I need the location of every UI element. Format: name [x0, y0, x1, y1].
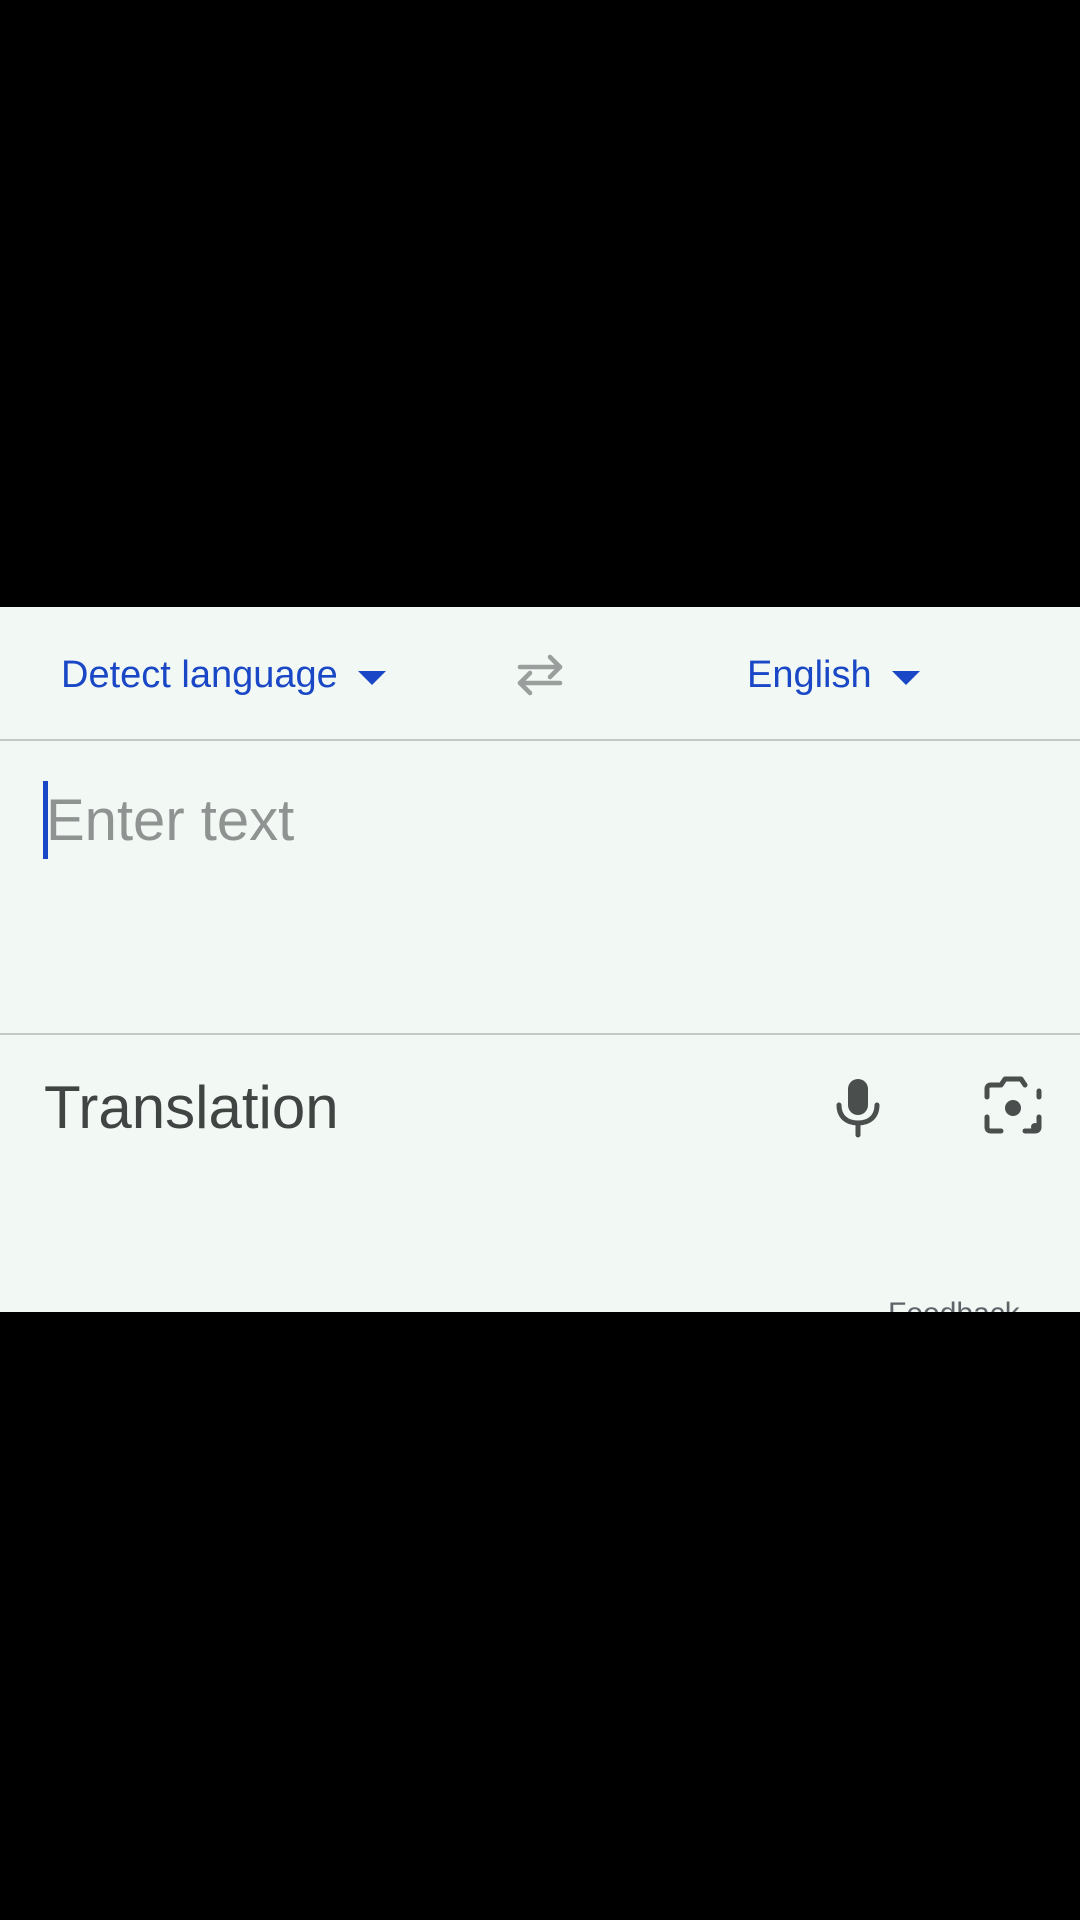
caret-down-icon [357, 671, 386, 685]
translation-area: Translation [0, 1037, 1080, 1312]
text-cursor [43, 781, 48, 859]
translate-panel: Detect language English Enter text Trans… [0, 607, 1080, 1312]
swap-horiz-icon [517, 654, 563, 696]
feedback-link[interactable]: Feedback [888, 1297, 1020, 1312]
source-language-selector[interactable]: Detect language [61, 645, 386, 705]
target-language-label: English [747, 653, 872, 696]
source-language-label: Detect language [61, 653, 338, 696]
translation-placeholder: Translation [44, 1074, 339, 1141]
screen: Detect language English Enter text Trans… [0, 0, 1080, 1920]
source-text-area [0, 741, 1080, 1138]
language-bar: Detect language English [0, 607, 1080, 741]
caret-down-icon [891, 671, 920, 685]
target-language-selector[interactable]: English [747, 645, 920, 705]
source-text-input[interactable] [44, 781, 1036, 859]
swap-languages-button[interactable] [508, 651, 572, 699]
